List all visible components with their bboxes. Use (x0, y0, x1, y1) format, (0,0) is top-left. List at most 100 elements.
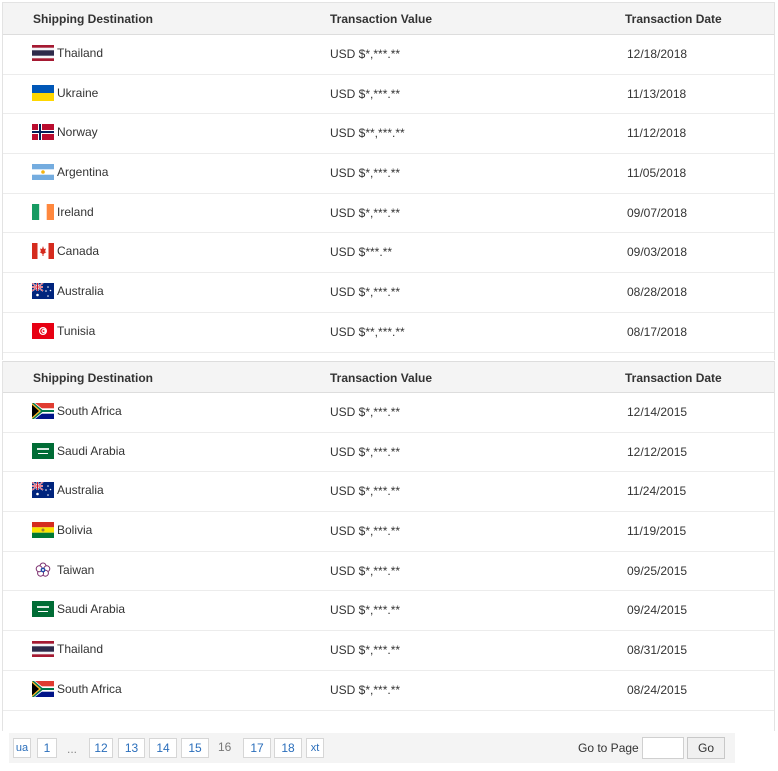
transaction-value-cell: USD $*,***.** (330, 47, 401, 61)
ireland-flag-icon (32, 203, 54, 220)
shipments-table-2015: Shipping Destination Transaction Value T… (2, 361, 775, 731)
canada-flag-icon (32, 243, 54, 260)
header-transaction-value: Transaction Value (330, 12, 433, 26)
transaction-value-cell: USD $*,***.** (330, 484, 401, 499)
table-row: Canada USD $***.** 09/03/2018 (3, 233, 774, 274)
saudi-arabia-flag-icon (32, 442, 54, 459)
page-button-13[interactable]: 13 (118, 738, 145, 758)
transaction-date-cell: 09/24/2015 (627, 603, 688, 618)
transaction-value-cell: USD $*,***.** (330, 643, 401, 658)
country-name: Ireland (57, 204, 94, 219)
norway-flag-icon (32, 124, 54, 141)
country-name: South Africa (57, 404, 122, 418)
transaction-date-cell: 09/07/2018 (627, 205, 688, 220)
header-transaction-date: Transaction Date (625, 12, 722, 26)
shipping-destination-cell: Saudi Arabia (32, 442, 126, 459)
transaction-value-cell: USD $**,***.** (330, 126, 405, 141)
transaction-value-cell: USD $*,***.** (330, 524, 401, 539)
shipments-table-2018: Shipping Destination Transaction Value T… (2, 2, 775, 360)
page-button-1[interactable]: 1 (37, 738, 57, 758)
transaction-value-cell: USD $*,***.** (330, 166, 401, 181)
next-page-button[interactable]: xt (306, 738, 324, 758)
shipping-destination-cell: Norway (32, 124, 98, 141)
country-name: Australia (57, 483, 104, 498)
table-row: Argentina USD $*,***.** 11/05/2018 (3, 154, 774, 194)
page-button-14[interactable]: 14 (149, 738, 177, 758)
bolivia-flag-icon (32, 522, 54, 539)
current-page: 16 (218, 740, 232, 754)
country-name: Argentina (57, 165, 109, 180)
transaction-date-cell: 12/12/2015 (627, 444, 688, 459)
australia-flag-icon (32, 482, 54, 499)
shipping-destination-cell: Thailand (32, 641, 104, 658)
table-row: Thailand USD $*,***.** 12/18/2018 (3, 35, 774, 75)
country-name: Norway (57, 125, 98, 140)
transaction-date-cell: 11/12/2018 (627, 126, 687, 141)
transaction-value-cell: USD $*,***.** (330, 444, 401, 459)
shipping-destination-cell: Argentina (32, 164, 109, 181)
country-name: Canada (57, 244, 100, 259)
transaction-date-cell: 09/25/2015 (627, 563, 688, 578)
south-africa-flag-icon (32, 680, 54, 697)
australia-flag-icon (32, 283, 54, 300)
shipping-destination-cell: South Africa (32, 680, 122, 697)
transaction-date-cell: 12/14/2015 (627, 405, 688, 419)
country-name: Australia (57, 284, 104, 299)
table-row: South Africa USD $*,***.** 08/24/2015 (3, 671, 774, 711)
table-row: Saudi Arabia USD $*,***.** 09/24/2015 (3, 591, 774, 632)
shipping-destination-cell: Australia (32, 283, 104, 300)
table-row: Australia USD $*,***.** 08/28/2018 (3, 273, 774, 313)
table-row: Bolivia USD $*,***.** 11/19/2015 (3, 512, 774, 552)
country-name: Saudi Arabia (57, 443, 126, 458)
shipping-destination-cell: Canada (32, 243, 100, 260)
transaction-value-cell: USD $*,***.** (330, 563, 401, 578)
country-name: Thailand (57, 642, 104, 657)
tunisia-flag-icon (32, 322, 54, 339)
transaction-date-cell: 11/05/2018 (627, 166, 687, 181)
transaction-value-cell: USD $*,***.** (330, 285, 401, 300)
transaction-date-cell: 08/28/2018 (627, 285, 688, 300)
pagination-ellipsis: ... (67, 742, 78, 756)
shipping-destination-cell: Saudi Arabia (32, 601, 126, 618)
transaction-value-cell: USD $*,***.** (330, 405, 401, 419)
table-header: Shipping Destination Transaction Value T… (3, 3, 774, 35)
south-africa-flag-icon (32, 403, 54, 419)
page-button-15[interactable]: 15 (181, 738, 209, 758)
table-row: Taiwan USD $*,***.** 09/25/2015 (3, 552, 774, 592)
header-transaction-date: Transaction Date (625, 371, 722, 385)
country-name: Thailand (57, 46, 104, 60)
country-name: Ukraine (57, 85, 99, 100)
ukraine-flag-icon (32, 84, 54, 101)
table-header: Shipping Destination Transaction Value T… (3, 361, 774, 393)
table-row: Australia USD $*,***.** 11/24/2015 (3, 472, 774, 513)
pagination-bar: ua 1 ... 12 13 14 15 16 17 18 xt Go to P… (9, 733, 735, 763)
transaction-value-cell: USD $*,***.** (330, 603, 401, 618)
transaction-value-cell: USD $***.** (330, 245, 393, 260)
country-name: Bolivia (57, 523, 93, 538)
previous-page-button[interactable]: ua (13, 738, 31, 758)
saudi-arabia-flag-icon (32, 601, 54, 618)
header-shipping-destination: Shipping Destination (33, 12, 153, 26)
table-row: Ukraine USD $*,***.** 11/13/2018 (3, 75, 774, 115)
go-button[interactable]: Go (687, 737, 725, 759)
go-to-page-input[interactable] (642, 737, 684, 759)
country-name: Saudi Arabia (57, 602, 126, 617)
transaction-value-cell: USD $**,***.** (330, 324, 405, 339)
transaction-date-cell: 11/13/2018 (627, 86, 687, 101)
page-button-12[interactable]: 12 (89, 738, 113, 758)
transaction-date-cell: 08/17/2018 (627, 324, 688, 339)
transaction-value-cell: USD $*,***.** (330, 682, 401, 697)
header-transaction-value: Transaction Value (330, 371, 433, 385)
page-button-18[interactable]: 18 (274, 738, 302, 758)
country-name: Taiwan (57, 562, 95, 577)
shipping-destination-cell: Ireland (32, 203, 94, 220)
table-row: South Africa USD $*,***.** 12/14/2015 (3, 393, 774, 433)
transaction-value-cell: USD $*,***.** (330, 86, 401, 101)
shipping-destination-cell: Australia (32, 482, 104, 499)
transaction-date-cell: 09/03/2018 (627, 245, 688, 260)
transaction-date-cell: 08/31/2015 (627, 643, 688, 658)
taiwan-plum-blossom-icon (32, 561, 54, 578)
page-button-17[interactable]: 17 (243, 738, 271, 758)
transaction-date-cell: 08/24/2015 (627, 682, 688, 697)
table-row: Saudi Arabia USD $*,***.** 12/12/2015 (3, 433, 774, 473)
